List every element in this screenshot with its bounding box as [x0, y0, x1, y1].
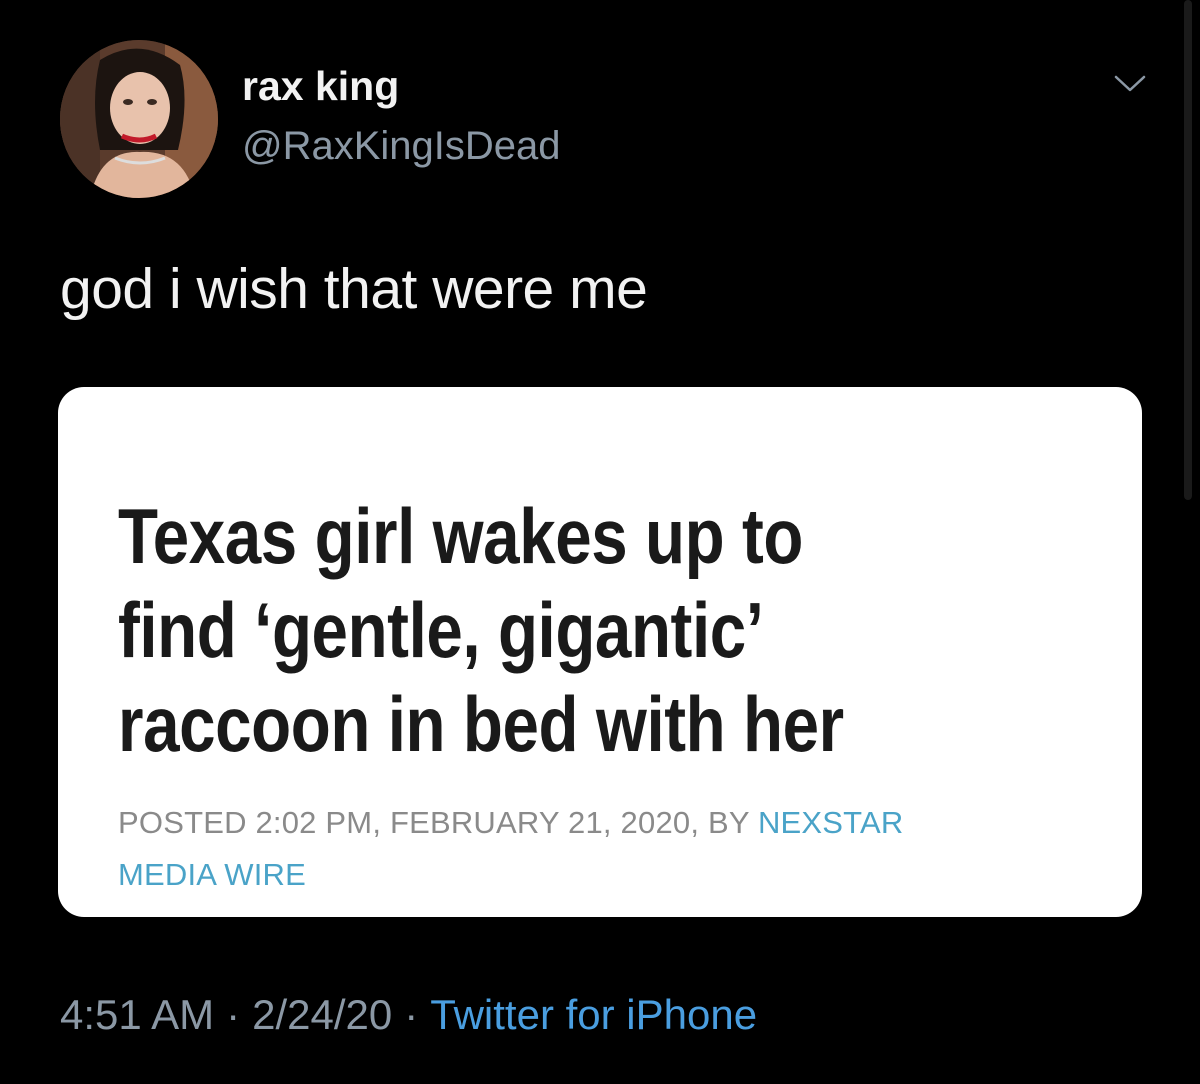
separator: ·: [226, 991, 241, 1038]
chevron-down-icon[interactable]: [1112, 72, 1148, 96]
tweet-source-link[interactable]: Twitter for iPhone: [430, 991, 757, 1038]
article-byline: POSTED 2:02 PM, FEBRUARY 21, 2020, BY NE…: [118, 797, 1038, 901]
headline-line: find ‘gentle, gigantic’: [118, 586, 764, 674]
headline-line: Texas girl wakes up to: [118, 492, 804, 580]
tweet-time[interactable]: 4:51 AM: [60, 991, 214, 1038]
tweet-metadata: 4:51 AM · 2/24/20 · Twitter for iPhone: [60, 994, 757, 1036]
byline-author-link[interactable]: MEDIA WIRE: [118, 857, 306, 892]
avatar[interactable]: [60, 40, 218, 198]
byline-author-link[interactable]: NEXSTAR: [758, 805, 904, 840]
separator: ·: [404, 991, 419, 1038]
article-headline: Texas girl wakes up to find ‘gentle, gig…: [118, 489, 874, 771]
tweet-date[interactable]: 2/24/20: [252, 991, 392, 1038]
tweet-text: god i wish that were me: [60, 257, 648, 321]
avatar-photo: [60, 40, 218, 198]
byline-prefix: POSTED 2:02 PM, FEBRUARY 21, 2020, BY: [118, 805, 750, 840]
headline-line: raccoon in bed with her: [118, 680, 844, 768]
display-name[interactable]: rax king: [242, 66, 399, 107]
user-handle[interactable]: @RaxKingIsDead: [242, 126, 561, 166]
article-card[interactable]: Texas girl wakes up to find ‘gentle, gig…: [58, 387, 1142, 917]
scrollbar[interactable]: [1184, 0, 1192, 500]
